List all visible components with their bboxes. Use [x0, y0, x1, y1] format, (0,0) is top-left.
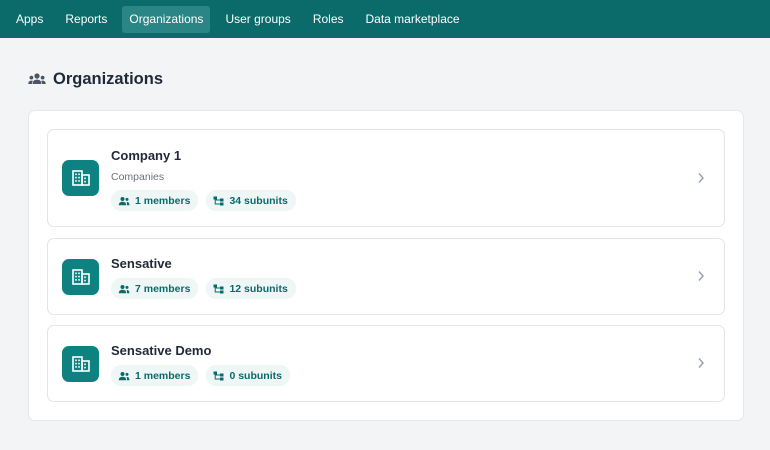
org-card-sensative-demo[interactable]: Sensative Demo 1 members 0 subunits — [47, 325, 725, 402]
subunits-count: 0 subunits — [229, 369, 282, 382]
nav-item-data-marketplace[interactable]: Data marketplace — [359, 6, 467, 33]
members-badge: 7 members — [111, 278, 199, 299]
hierarchy-icon — [213, 196, 224, 205]
members-icon — [118, 284, 130, 293]
org-name: Company 1 — [111, 148, 182, 163]
chevron-right-icon — [696, 270, 706, 282]
nav-item-apps[interactable]: Apps — [9, 6, 50, 33]
hierarchy-icon — [213, 284, 224, 293]
subunits-badge: 12 subunits — [206, 278, 296, 299]
org-name: Sensative Demo — [111, 343, 212, 358]
page-title: Organizations — [53, 69, 164, 88]
members-count: 1 members — [135, 369, 191, 382]
building-icon — [62, 346, 99, 382]
members-icon — [118, 196, 130, 205]
page-header: Organizations — [28, 68, 163, 90]
chevron-right-icon — [696, 357, 706, 369]
subunits-badge: 34 subunits — [206, 190, 296, 211]
hierarchy-icon — [213, 371, 224, 380]
nav-item-organizations[interactable]: Organizations — [122, 5, 211, 33]
subunits-count: 12 subunits — [229, 282, 288, 295]
members-icon — [118, 371, 130, 380]
chevron-right-icon — [696, 172, 706, 184]
org-name: Sensative — [111, 256, 172, 271]
org-card-sensative[interactable]: Sensative 7 members 12 subunits — [47, 238, 725, 315]
members-badge: 1 members — [111, 190, 199, 211]
nav-item-reports[interactable]: Reports — [58, 6, 114, 33]
members-count: 7 members — [135, 282, 191, 295]
org-type: Companies — [111, 171, 165, 183]
org-badges: 7 members 12 subunits — [111, 278, 304, 299]
subunits-count: 34 subunits — [229, 194, 288, 207]
building-icon — [62, 160, 99, 196]
organizations-panel: Company 1 Companies 1 members 34 subunit… — [28, 110, 744, 421]
building-icon — [62, 259, 99, 295]
top-navigation: Apps Reports Organizations User groups R… — [0, 0, 770, 38]
nav-item-user-groups[interactable]: User groups — [218, 6, 297, 33]
subunits-badge: 0 subunits — [206, 365, 290, 386]
org-badges: 1 members 34 subunits — [111, 190, 304, 211]
members-badge: 1 members — [111, 365, 199, 386]
people-group-icon — [28, 72, 46, 86]
members-count: 1 members — [135, 194, 191, 207]
org-card-company-1[interactable]: Company 1 Companies 1 members 34 subunit… — [47, 129, 725, 227]
org-badges: 1 members 0 subunits — [111, 365, 298, 386]
nav-item-roles[interactable]: Roles — [306, 6, 351, 33]
